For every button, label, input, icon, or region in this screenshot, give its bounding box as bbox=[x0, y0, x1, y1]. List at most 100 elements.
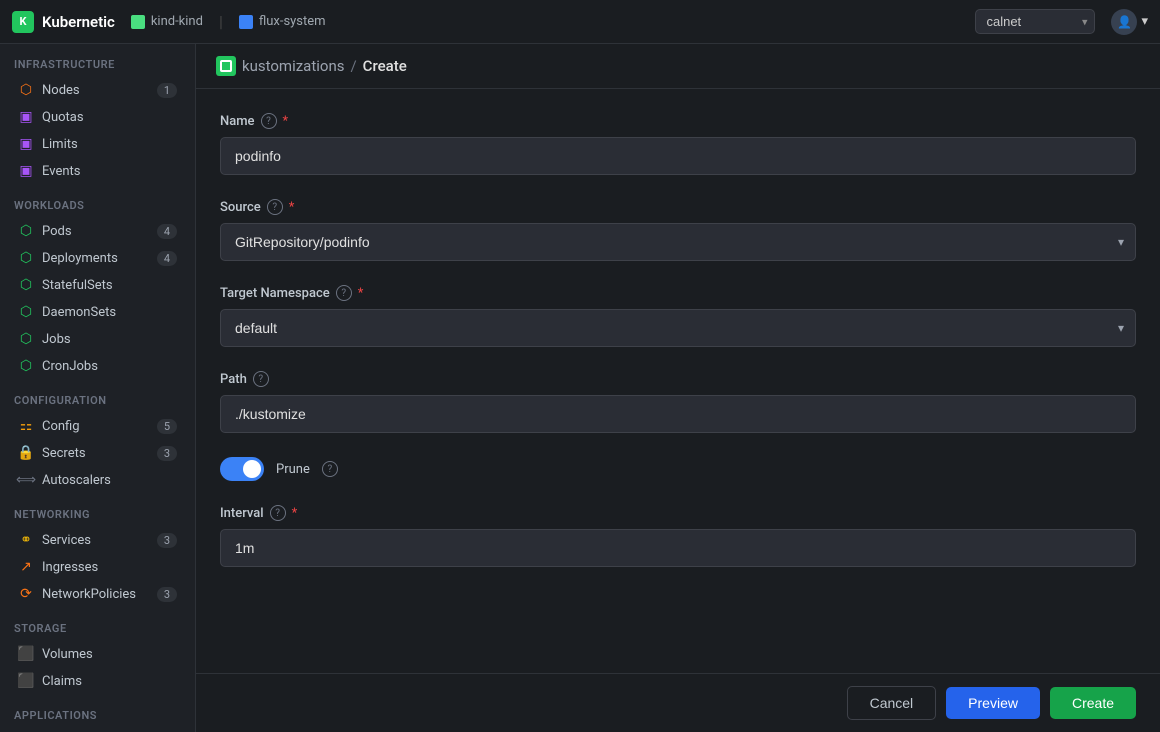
volumes-label: Volumes bbox=[42, 647, 177, 662]
interval-label-text: Interval bbox=[220, 506, 264, 521]
config-badge: 5 bbox=[157, 419, 177, 434]
sidebar-item-config[interactable]: ⚏ Config 5 bbox=[4, 413, 191, 439]
services-badge: 3 bbox=[157, 533, 177, 548]
form-area: Name ? * Source ? * GitRepository/podinf… bbox=[196, 89, 1160, 673]
main-content: kustomizations / Create Name ? * Source … bbox=[196, 44, 1160, 732]
breadcrumb-current: Create bbox=[363, 57, 407, 75]
preview-button[interactable]: Preview bbox=[946, 687, 1040, 719]
flux-name: flux-system bbox=[259, 14, 326, 29]
source-select[interactable]: GitRepository/podinfo bbox=[220, 223, 1136, 261]
target-namespace-help-icon[interactable]: ? bbox=[336, 285, 352, 301]
sidebar-item-nodes[interactable]: ⬡ Nodes 1 bbox=[4, 77, 191, 103]
user-dropdown-arrow: ▾ bbox=[1141, 14, 1148, 29]
section-storage: Storage bbox=[0, 608, 195, 640]
deployments-badge: 4 bbox=[157, 251, 177, 266]
sidebar-item-pods[interactable]: ⬡ Pods 4 bbox=[4, 218, 191, 244]
target-namespace-select[interactable]: default flux-system kube-system bbox=[220, 309, 1136, 347]
secrets-icon: 🔒 bbox=[18, 445, 34, 461]
prune-toggle[interactable] bbox=[220, 457, 264, 481]
sidebar-item-secrets[interactable]: 🔒 Secrets 3 bbox=[4, 440, 191, 466]
source-help-icon[interactable]: ? bbox=[267, 199, 283, 215]
limits-icon: ▣ bbox=[18, 136, 34, 152]
sidebar-item-autoscalers[interactable]: ⟺ Autoscalers bbox=[4, 467, 191, 493]
daemonsets-icon: ⬡ bbox=[18, 304, 34, 320]
source-label: Source ? * bbox=[220, 199, 1136, 215]
quotas-icon: ▣ bbox=[18, 109, 34, 125]
jobs-icon: ⬡ bbox=[18, 331, 34, 347]
secrets-label: Secrets bbox=[42, 446, 149, 461]
target-namespace-select-wrapper: default flux-system kube-system ▾ bbox=[220, 309, 1136, 347]
config-icon: ⚏ bbox=[18, 418, 34, 434]
pods-badge: 4 bbox=[157, 224, 177, 239]
autoscalers-label: Autoscalers bbox=[42, 473, 177, 488]
sidebar-item-networkpolicies[interactable]: ⟳ NetworkPolicies 3 bbox=[4, 581, 191, 607]
interval-help-icon[interactable]: ? bbox=[270, 505, 286, 521]
target-namespace-label-text: Target Namespace bbox=[220, 286, 330, 301]
kustomize-icon bbox=[216, 56, 236, 76]
pods-icon: ⬡ bbox=[18, 223, 34, 239]
source-select-wrapper: GitRepository/podinfo ▾ bbox=[220, 223, 1136, 261]
namespace-wrapper: calnet default flux-system kube-system bbox=[975, 9, 1095, 34]
create-button[interactable]: Create bbox=[1050, 687, 1136, 719]
deployments-icon: ⬡ bbox=[18, 250, 34, 266]
claims-label: Claims bbox=[42, 674, 177, 689]
cluster-indicator: kind-kind bbox=[131, 14, 203, 29]
path-label: Path ? bbox=[220, 371, 1136, 387]
target-namespace-field-group: Target Namespace ? * default flux-system… bbox=[220, 285, 1136, 347]
claims-icon: ⬛ bbox=[18, 673, 34, 689]
sidebar-item-events[interactable]: ▣ Events bbox=[4, 158, 191, 184]
sidebar-item-daemonsets[interactable]: ⬡ DaemonSets bbox=[4, 299, 191, 325]
nodes-icon: ⬡ bbox=[18, 82, 34, 98]
sidebar-item-services[interactable]: ⚭ Services 3 bbox=[4, 527, 191, 553]
sidebar-item-quotas[interactable]: ▣ Quotas bbox=[4, 104, 191, 130]
networkpolicies-badge: 3 bbox=[157, 587, 177, 602]
prune-help-icon[interactable]: ? bbox=[322, 461, 338, 477]
breadcrumb: kustomizations / Create bbox=[196, 44, 1160, 89]
section-networking: Networking bbox=[0, 494, 195, 526]
networkpolicies-icon: ⟳ bbox=[18, 586, 34, 602]
secrets-badge: 3 bbox=[157, 446, 177, 461]
config-label: Config bbox=[42, 419, 149, 434]
interval-input[interactable] bbox=[220, 529, 1136, 567]
section-configuration: Configuration bbox=[0, 380, 195, 412]
sidebar-item-statefulsets[interactable]: ⬡ StatefulSets bbox=[4, 272, 191, 298]
ingresses-icon: ↗ bbox=[18, 559, 34, 575]
layout: Infrastructure ⬡ Nodes 1 ▣ Quotas ▣ Limi… bbox=[0, 44, 1160, 732]
user-menu[interactable]: 👤 ▾ bbox=[1111, 9, 1148, 35]
services-label: Services bbox=[42, 533, 149, 548]
statefulsets-label: StatefulSets bbox=[42, 278, 177, 293]
target-namespace-required: * bbox=[358, 286, 364, 301]
networkpolicies-label: NetworkPolicies bbox=[42, 587, 149, 602]
deployments-label: Deployments bbox=[42, 251, 149, 266]
name-help-icon[interactable]: ? bbox=[261, 113, 277, 129]
sidebar-item-jobs[interactable]: ⬡ Jobs bbox=[4, 326, 191, 352]
logo-icon: K bbox=[12, 11, 34, 33]
sidebar-item-cronjobs[interactable]: ⬡ CronJobs bbox=[4, 353, 191, 379]
sidebar-item-ingresses[interactable]: ↗ Ingresses bbox=[4, 554, 191, 580]
ingresses-label: Ingresses bbox=[42, 560, 177, 575]
pods-label: Pods bbox=[42, 224, 149, 239]
path-input[interactable] bbox=[220, 395, 1136, 433]
section-infrastructure: Infrastructure bbox=[0, 44, 195, 76]
prune-toggle-thumb bbox=[243, 460, 261, 478]
sidebar-item-claims[interactable]: ⬛ Claims bbox=[4, 668, 191, 694]
namespace-select[interactable]: calnet default flux-system kube-system bbox=[975, 9, 1095, 34]
breadcrumb-parent[interactable]: kustomizations bbox=[242, 57, 344, 75]
cluster-icon bbox=[131, 15, 145, 29]
sidebar-item-deployments[interactable]: ⬡ Deployments 4 bbox=[4, 245, 191, 271]
prune-toggle-track[interactable] bbox=[220, 457, 264, 481]
sidebar-item-charts[interactable]: ⚏ Charts bbox=[4, 728, 191, 732]
sidebar-item-volumes[interactable]: ⬛ Volumes bbox=[4, 641, 191, 667]
services-icon: ⚭ bbox=[18, 532, 34, 548]
statefulsets-icon: ⬡ bbox=[18, 277, 34, 293]
quotas-label: Quotas bbox=[42, 110, 177, 125]
cluster-name: kind-kind bbox=[151, 14, 203, 29]
path-help-icon[interactable]: ? bbox=[253, 371, 269, 387]
jobs-label: Jobs bbox=[42, 332, 177, 347]
cancel-button[interactable]: Cancel bbox=[847, 686, 937, 720]
sidebar-item-limits[interactable]: ▣ Limits bbox=[4, 131, 191, 157]
path-field-group: Path ? bbox=[220, 371, 1136, 433]
name-input[interactable] bbox=[220, 137, 1136, 175]
prune-toggle-row: Prune ? bbox=[220, 457, 1136, 481]
prune-label: Prune bbox=[276, 462, 310, 477]
